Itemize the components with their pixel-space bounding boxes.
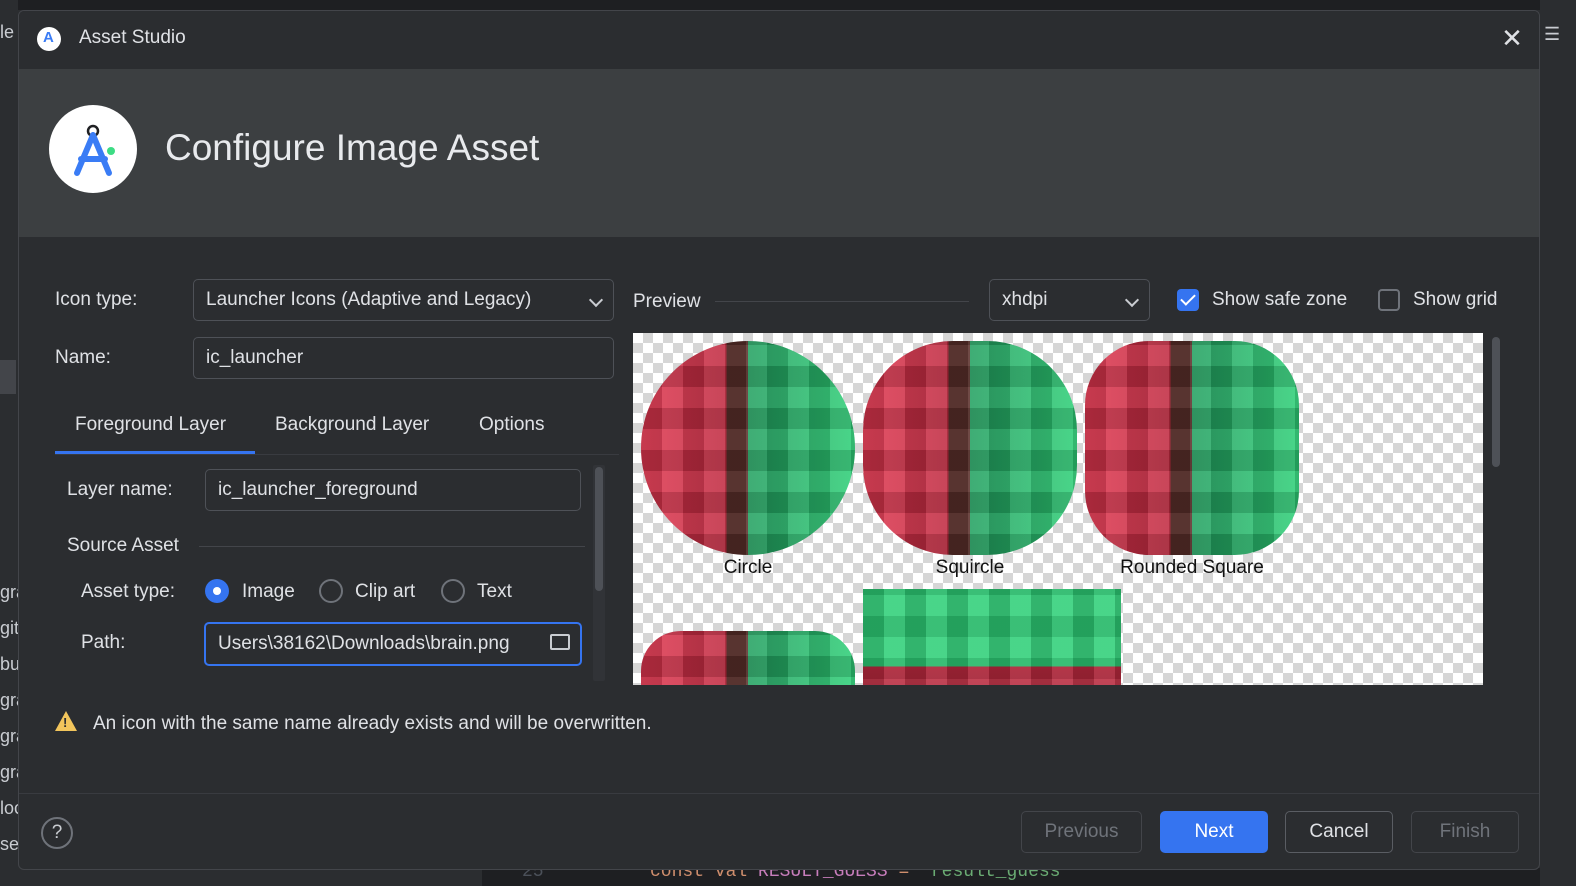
asset-type-clipart-label[interactable]: Clip art — [355, 581, 415, 603]
preview-scrollbar[interactable] — [1489, 333, 1503, 685]
density-value: xhdpi — [1002, 289, 1048, 310]
layer-name-input[interactable]: ic_launcher_foreground — [205, 469, 581, 511]
footer-divider — [19, 793, 1539, 794]
source-asset-heading: Source Asset — [67, 535, 179, 556]
density-select[interactable]: xhdpi — [989, 279, 1150, 321]
project-tree-fragment: set — [0, 834, 18, 854]
project-tree-fragment: gra — [0, 690, 18, 710]
show-safe-zone-checkbox[interactable] — [1177, 289, 1199, 311]
asset-type-clipart-radio[interactable] — [319, 579, 343, 603]
shape-caption: Rounded Square — [1120, 557, 1264, 578]
asset-type-label: Asset type: — [81, 581, 175, 602]
project-tree-fragment: bui — [0, 654, 18, 674]
next-button[interactable]: Next — [1160, 811, 1268, 853]
asset-type-image-radio[interactable] — [205, 579, 229, 603]
shape-caption: Squircle — [935, 557, 1005, 578]
layer-name-value: ic_launcher_foreground — [218, 479, 418, 500]
close-icon[interactable]: ✕ — [1497, 23, 1527, 53]
path-value: Users\38162\Downloads\brain.png — [218, 633, 510, 654]
squircle-icon-preview — [863, 341, 1077, 555]
layer-panel-scrollbar[interactable] — [593, 465, 605, 681]
dialog-titlebar: Asset Studio ✕ — [19, 11, 1539, 69]
full-bleed-icon-preview — [863, 589, 1121, 685]
show-grid-checkbox[interactable] — [1378, 289, 1400, 311]
square-icon-preview — [641, 631, 855, 685]
section-divider — [199, 546, 585, 547]
shape-caption: Circle — [723, 557, 773, 578]
line-number: 25 — [522, 868, 544, 882]
path-label: Path: — [81, 632, 126, 653]
previous-button[interactable]: Previous — [1021, 811, 1142, 853]
page-title: Configure Image Asset — [165, 127, 540, 168]
layout-icon[interactable]: ☰ — [1544, 24, 1560, 45]
ide-right-toolbar: ☰ — [1540, 0, 1576, 886]
tab-options[interactable]: Options — [479, 414, 544, 436]
window-title: Asset Studio — [79, 27, 186, 48]
rounded-square-icon-preview — [1085, 341, 1299, 555]
show-grid-label[interactable]: Show grid — [1413, 289, 1498, 311]
finish-button[interactable]: Finish — [1411, 811, 1519, 853]
chevron-down-icon — [1124, 292, 1140, 308]
layer-name-label: Layer name: — [67, 479, 173, 500]
ide-project-panel: le gra git bui gra gra gra loc set — [0, 0, 18, 886]
project-tree-fragment: gra — [0, 582, 18, 602]
path-input[interactable]: Users\38162\Downloads\brain.png — [204, 622, 582, 666]
warning-icon — [55, 711, 77, 731]
icon-preview-canvas: Circle Squircle Rounded Square — [633, 333, 1483, 685]
project-tree-fragment: git — [0, 618, 18, 638]
preview-divider — [715, 301, 969, 302]
android-studio-icon — [37, 27, 61, 51]
project-tree-selection — [0, 360, 16, 394]
warning-message: An icon with the same name already exist… — [93, 713, 652, 734]
tab-background-layer[interactable]: Background Layer — [275, 414, 429, 436]
ide-editor-tabs-strip — [18, 0, 1540, 10]
preview-heading: Preview — [633, 291, 701, 312]
asset-type-image-label[interactable]: Image — [242, 581, 295, 603]
cancel-button[interactable]: Cancel — [1285, 811, 1393, 853]
icon-type-select[interactable]: Launcher Icons (Adaptive and Legacy) — [193, 279, 614, 321]
help-icon[interactable]: ? — [41, 817, 73, 849]
icon-type-value: Launcher Icons (Adaptive and Legacy) — [206, 289, 532, 310]
tabs-divider — [55, 454, 619, 455]
name-input[interactable]: ic_launcher — [193, 337, 614, 379]
project-tree-fragment: gra — [0, 762, 18, 782]
show-safe-zone-label[interactable]: Show safe zone — [1212, 289, 1347, 311]
name-label: Name: — [55, 347, 111, 368]
code-line: const val RESULT_GUESS = "result_guess" — [650, 868, 1072, 882]
icon-type-label: Icon type: — [55, 289, 138, 310]
tab-foreground-layer[interactable]: Foreground Layer — [75, 414, 226, 436]
project-tree-fragment: gra — [0, 726, 18, 746]
asset-type-text-label[interactable]: Text — [477, 581, 512, 603]
chevron-down-icon — [588, 292, 604, 308]
asset-studio-dialog: Asset Studio ✕ Configure Image Asset Ico… — [18, 10, 1540, 870]
project-tree-fragment: le — [0, 22, 15, 42]
ide-code-editor: 25 const val RESULT_GUESS = "result_gues… — [482, 868, 1540, 886]
circle-icon-preview — [641, 341, 855, 555]
android-studio-logo — [49, 105, 137, 193]
project-tree-fragment: loc — [0, 798, 18, 818]
asset-type-text-radio[interactable] — [441, 579, 465, 603]
dialog-header: Configure Image Asset — [19, 69, 1539, 237]
folder-icon[interactable] — [550, 634, 570, 650]
name-value: ic_launcher — [206, 347, 304, 368]
